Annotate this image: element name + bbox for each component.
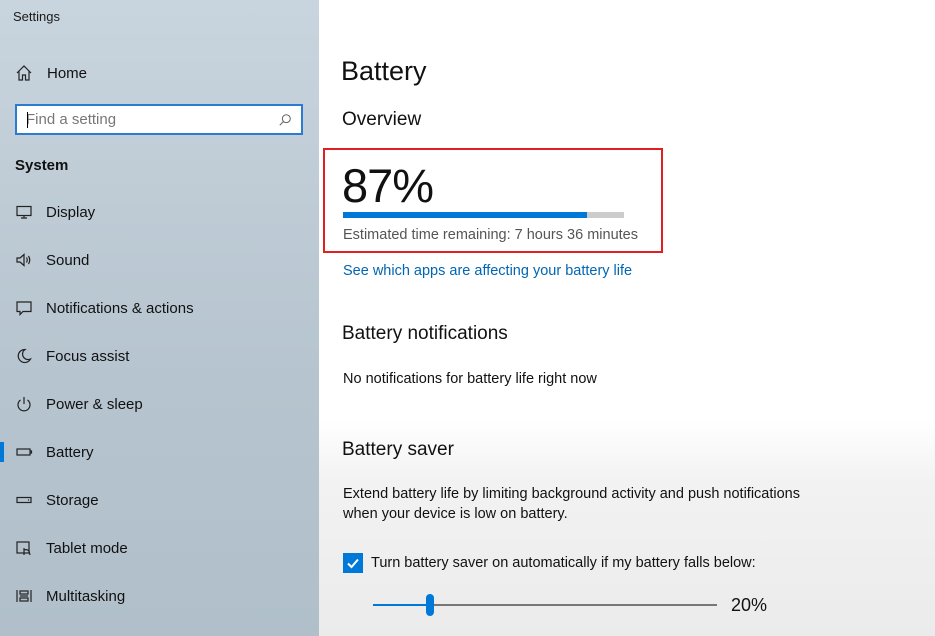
battery-saver-heading: Battery saver bbox=[342, 439, 454, 460]
battery-saver-description: Extend battery life by limiting backgrou… bbox=[343, 486, 800, 522]
main-content: Battery Overview 87% Estimated time rema… bbox=[319, 0, 935, 636]
battery-saver-threshold-slider[interactable] bbox=[373, 594, 717, 616]
battery-level-fill bbox=[343, 212, 588, 218]
slider-fill bbox=[373, 604, 430, 606]
sidebar-item-label: Tablet mode bbox=[46, 539, 128, 557]
search-box[interactable] bbox=[15, 104, 303, 135]
time-remaining: Estimated time remaining: 7 hours 36 min… bbox=[343, 227, 638, 243]
window-title: Settings bbox=[13, 9, 60, 24]
sidebar-item-storage[interactable]: Storage bbox=[0, 476, 319, 524]
apps-affecting-battery-link[interactable]: See which apps are affecting your batter… bbox=[343, 263, 632, 279]
sidebar-item-battery[interactable]: Battery bbox=[0, 428, 319, 476]
sidebar-item-focus-assist[interactable]: Focus assist bbox=[0, 332, 319, 380]
sidebar-item-label: Storage bbox=[46, 491, 99, 509]
sidebar-item-label: Focus assist bbox=[46, 347, 130, 365]
text-cursor bbox=[27, 112, 28, 128]
sidebar-nav: Display Sound Notifications & actions Fo… bbox=[0, 188, 319, 620]
moon-icon bbox=[15, 347, 33, 365]
battery-level-bar bbox=[343, 212, 624, 218]
sidebar-item-power-sleep[interactable]: Power & sleep bbox=[0, 380, 319, 428]
home-label: Home bbox=[47, 64, 88, 82]
sidebar: Settings Home System Display Sound bbox=[0, 0, 319, 636]
speaker-icon bbox=[15, 251, 33, 269]
search-input[interactable] bbox=[17, 106, 277, 133]
sidebar-item-label: Power & sleep bbox=[46, 395, 143, 413]
message-icon bbox=[15, 299, 33, 317]
battery-icon bbox=[15, 443, 33, 461]
home-icon bbox=[15, 64, 33, 82]
sidebar-item-label: Multitasking bbox=[46, 587, 126, 605]
sidebar-item-notifications[interactable]: Notifications & actions bbox=[0, 284, 319, 332]
sidebar-item-label: Battery bbox=[46, 443, 94, 461]
auto-battery-saver-label: Turn battery saver on automatically if m… bbox=[371, 555, 756, 571]
sidebar-item-label: Sound bbox=[46, 251, 90, 269]
sidebar-item-label: Notifications & actions bbox=[46, 299, 194, 317]
power-icon bbox=[15, 395, 33, 413]
sidebar-item-display[interactable]: Display bbox=[0, 188, 319, 236]
multitasking-icon bbox=[15, 587, 33, 605]
sidebar-item-sound[interactable]: Sound bbox=[0, 236, 319, 284]
page-title: Battery bbox=[341, 56, 427, 86]
display-icon bbox=[15, 203, 33, 221]
battery-notifications-heading: Battery notifications bbox=[342, 323, 508, 344]
slider-thumb[interactable] bbox=[426, 594, 434, 616]
overview-heading: Overview bbox=[342, 109, 422, 130]
sidebar-item-multitasking[interactable]: Multitasking bbox=[0, 572, 319, 620]
sidebar-item-tablet-mode[interactable]: Tablet mode bbox=[0, 524, 319, 572]
auto-battery-saver-checkbox[interactable] bbox=[343, 553, 363, 573]
tablet-icon bbox=[15, 539, 33, 557]
search-icon[interactable] bbox=[277, 112, 293, 128]
auto-battery-saver-row[interactable]: Turn battery saver on automatically if m… bbox=[343, 553, 756, 573]
checkmark-icon bbox=[347, 558, 359, 569]
section-title-system: System bbox=[15, 157, 69, 174]
sidebar-item-label: Display bbox=[46, 203, 96, 221]
notifications-status-text: No notifications for battery life right … bbox=[343, 371, 597, 387]
storage-icon bbox=[15, 491, 33, 509]
threshold-value: 20% bbox=[731, 595, 768, 615]
battery-percentage: 87% bbox=[342, 159, 434, 212]
home-nav-item[interactable]: Home bbox=[15, 60, 87, 86]
